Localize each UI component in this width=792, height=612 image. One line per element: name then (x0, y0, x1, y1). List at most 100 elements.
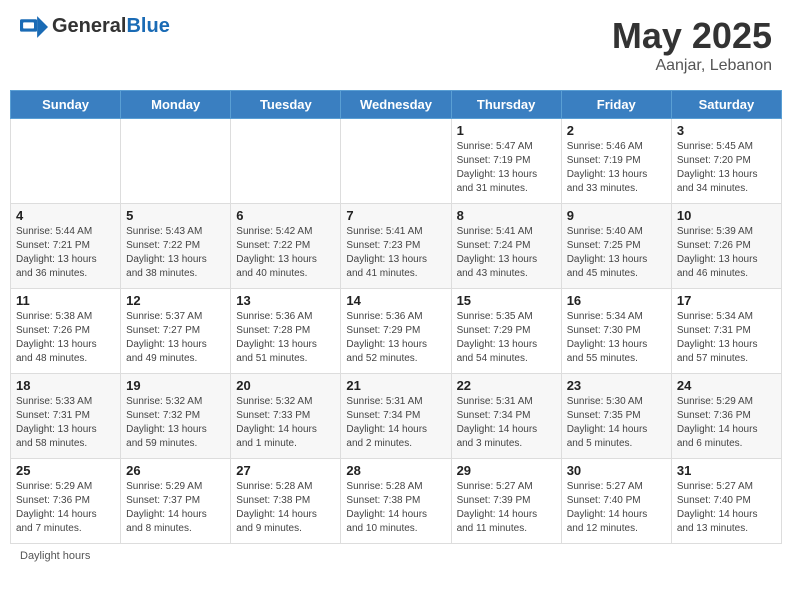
calendar-cell: 27 Sunrise: 5:28 AM Sunset: 7:38 PM Dayli… (231, 459, 341, 544)
logo-general-text: General (52, 15, 126, 37)
day-number: 30 (567, 463, 666, 478)
calendar-cell: 2 Sunrise: 5:46 AM Sunset: 7:19 PM Daylig… (561, 119, 671, 204)
calendar-cell: 31 Sunrise: 5:27 AM Sunset: 7:40 PM Dayli… (671, 459, 781, 544)
calendar-header-friday: Friday (561, 91, 671, 119)
calendar-header-thursday: Thursday (451, 91, 561, 119)
day-number: 25 (16, 463, 115, 478)
calendar-week-row: 11 Sunrise: 5:38 AM Sunset: 7:26 PM Dayli… (11, 289, 782, 374)
day-number: 20 (236, 378, 335, 393)
calendar-cell: 10 Sunrise: 5:39 AM Sunset: 7:26 PM Dayli… (671, 204, 781, 289)
calendar-week-row: 1 Sunrise: 5:47 AM Sunset: 7:19 PM Daylig… (11, 119, 782, 204)
calendar-cell: 21Sunrise: 5:31 AM Sunset: 7:34 PM Dayli… (341, 374, 451, 459)
day-info: Sunrise: 5:41 AM Sunset: 7:23 PM Dayligh… (346, 225, 445, 281)
calendar-header-sunday: Sunday (11, 91, 121, 119)
day-number: 14 (346, 293, 445, 308)
day-info: Sunrise: 5:27 AM Sunset: 7:40 PM Dayligh… (677, 480, 776, 536)
day-number: 2 (567, 123, 666, 138)
calendar-week-row: 18Sunrise: 5:33 AM Sunset: 7:31 PM Dayli… (11, 374, 782, 459)
day-info: Sunrise: 5:47 AM Sunset: 7:19 PM Dayligh… (457, 140, 556, 196)
calendar-cell: 19Sunrise: 5:32 AM Sunset: 7:32 PM Dayli… (121, 374, 231, 459)
calendar-cell: 6 Sunrise: 5:42 AM Sunset: 7:22 PM Daylig… (231, 204, 341, 289)
day-number: 22 (457, 378, 556, 393)
day-number: 28 (346, 463, 445, 478)
calendar-week-row: 25 Sunrise: 5:29 AM Sunset: 7:36 PM Dayli… (11, 459, 782, 544)
calendar-cell: 26 Sunrise: 5:29 AM Sunset: 7:37 PM Dayli… (121, 459, 231, 544)
day-number: 17 (677, 293, 776, 308)
day-info: Sunrise: 5:28 AM Sunset: 7:38 PM Dayligh… (236, 480, 335, 536)
calendar-cell: 22 Sunrise: 5:31 AM Sunset: 7:34 PM Dayli… (451, 374, 561, 459)
day-info: Sunrise: 5:29 AM Sunset: 7:36 PM Dayligh… (16, 480, 115, 536)
calendar-cell: 16Sunrise: 5:34 AM Sunset: 7:30 PM Dayli… (561, 289, 671, 374)
day-info: Sunrise: 5:38 AM Sunset: 7:26 PM Dayligh… (16, 310, 115, 366)
calendar-cell: 15Sunrise: 5:35 AM Sunset: 7:29 PM Dayli… (451, 289, 561, 374)
day-number: 11 (16, 293, 115, 308)
day-number: 27 (236, 463, 335, 478)
day-info: Sunrise: 5:42 AM Sunset: 7:22 PM Dayligh… (236, 225, 335, 281)
calendar-cell: 28 Sunrise: 5:28 AM Sunset: 7:38 PM Dayli… (341, 459, 451, 544)
calendar-header-saturday: Saturday (671, 91, 781, 119)
calendar-cell: 20 Sunrise: 5:32 AM Sunset: 7:33 PM Dayli… (231, 374, 341, 459)
calendar-header-monday: Monday (121, 91, 231, 119)
calendar-table: SundayMondayTuesdayWednesdayThursdayFrid… (10, 90, 782, 544)
day-number: 18 (16, 378, 115, 393)
day-info: Sunrise: 5:29 AM Sunset: 7:37 PM Dayligh… (126, 480, 225, 536)
day-number: 21 (346, 378, 445, 393)
logo-icon (20, 16, 48, 38)
day-number: 6 (236, 208, 335, 223)
calendar-cell: 30 Sunrise: 5:27 AM Sunset: 7:40 PM Dayli… (561, 459, 671, 544)
day-info: Sunrise: 5:41 AM Sunset: 7:24 PM Dayligh… (457, 225, 556, 281)
day-number: 13 (236, 293, 335, 308)
day-number: 19 (126, 378, 225, 393)
calendar-cell: 18Sunrise: 5:33 AM Sunset: 7:31 PM Dayli… (11, 374, 121, 459)
calendar-header-tuesday: Tuesday (231, 91, 341, 119)
day-info: Sunrise: 5:46 AM Sunset: 7:19 PM Dayligh… (567, 140, 666, 196)
day-info: Sunrise: 5:36 AM Sunset: 7:29 PM Dayligh… (346, 310, 445, 366)
day-number: 26 (126, 463, 225, 478)
day-info: Sunrise: 5:34 AM Sunset: 7:30 PM Dayligh… (567, 310, 666, 366)
day-info: Sunrise: 5:28 AM Sunset: 7:38 PM Dayligh… (346, 480, 445, 536)
calendar-header-row: SundayMondayTuesdayWednesdayThursdayFrid… (11, 91, 782, 119)
day-number: 3 (677, 123, 776, 138)
day-info: Sunrise: 5:30 AM Sunset: 7:35 PM Dayligh… (567, 395, 666, 451)
calendar-cell (121, 119, 231, 204)
day-number: 24 (677, 378, 776, 393)
calendar-cell: 14 Sunrise: 5:36 AM Sunset: 7:29 PM Dayli… (341, 289, 451, 374)
calendar-cell: 8 Sunrise: 5:41 AM Sunset: 7:24 PM Daylig… (451, 204, 561, 289)
day-number: 10 (677, 208, 776, 223)
calendar-cell: 5Sunrise: 5:43 AM Sunset: 7:22 PM Daylig… (121, 204, 231, 289)
calendar-cell: 23 Sunrise: 5:30 AM Sunset: 7:35 PM Dayli… (561, 374, 671, 459)
header: GeneralBlue May 2025 Aanjar, Lebanon (10, 10, 782, 80)
day-info: Sunrise: 5:44 AM Sunset: 7:21 PM Dayligh… (16, 225, 115, 281)
day-info: Sunrise: 5:29 AM Sunset: 7:36 PM Dayligh… (677, 395, 776, 451)
day-info: Sunrise: 5:34 AM Sunset: 7:31 PM Dayligh… (677, 310, 776, 366)
day-number: 8 (457, 208, 556, 223)
day-number: 23 (567, 378, 666, 393)
day-number: 12 (126, 293, 225, 308)
calendar-cell: 3Sunrise: 5:45 AM Sunset: 7:20 PM Daylig… (671, 119, 781, 204)
calendar-cell (11, 119, 121, 204)
day-info: Sunrise: 5:37 AM Sunset: 7:27 PM Dayligh… (126, 310, 225, 366)
calendar-cell: 12 Sunrise: 5:37 AM Sunset: 7:27 PM Dayli… (121, 289, 231, 374)
day-number: 7 (346, 208, 445, 223)
calendar-cell: 4Sunrise: 5:44 AM Sunset: 7:21 PM Daylig… (11, 204, 121, 289)
calendar-cell: 25 Sunrise: 5:29 AM Sunset: 7:36 PM Dayli… (11, 459, 121, 544)
day-info: Sunrise: 5:31 AM Sunset: 7:34 PM Dayligh… (457, 395, 556, 451)
day-number: 9 (567, 208, 666, 223)
calendar-cell: 29Sunrise: 5:27 AM Sunset: 7:39 PM Dayli… (451, 459, 561, 544)
calendar-cell: 9Sunrise: 5:40 AM Sunset: 7:25 PM Daylig… (561, 204, 671, 289)
logo-blue-text: Blue (126, 15, 169, 37)
day-info: Sunrise: 5:39 AM Sunset: 7:26 PM Dayligh… (677, 225, 776, 281)
day-info: Sunrise: 5:32 AM Sunset: 7:33 PM Dayligh… (236, 395, 335, 451)
day-number: 31 (677, 463, 776, 478)
calendar-cell: 11 Sunrise: 5:38 AM Sunset: 7:26 PM Dayli… (11, 289, 121, 374)
logo: GeneralBlue (20, 15, 170, 38)
calendar-cell: 17 Sunrise: 5:34 AM Sunset: 7:31 PM Dayli… (671, 289, 781, 374)
calendar-week-row: 4Sunrise: 5:44 AM Sunset: 7:21 PM Daylig… (11, 204, 782, 289)
day-info: Sunrise: 5:43 AM Sunset: 7:22 PM Dayligh… (126, 225, 225, 281)
day-info: Sunrise: 5:27 AM Sunset: 7:40 PM Dayligh… (567, 480, 666, 536)
calendar-cell: 13Sunrise: 5:36 AM Sunset: 7:28 PM Dayli… (231, 289, 341, 374)
month-year: May 2025 (612, 15, 772, 57)
day-number: 1 (457, 123, 556, 138)
day-info: Sunrise: 5:35 AM Sunset: 7:29 PM Dayligh… (457, 310, 556, 366)
title-area: May 2025 Aanjar, Lebanon (612, 15, 772, 75)
